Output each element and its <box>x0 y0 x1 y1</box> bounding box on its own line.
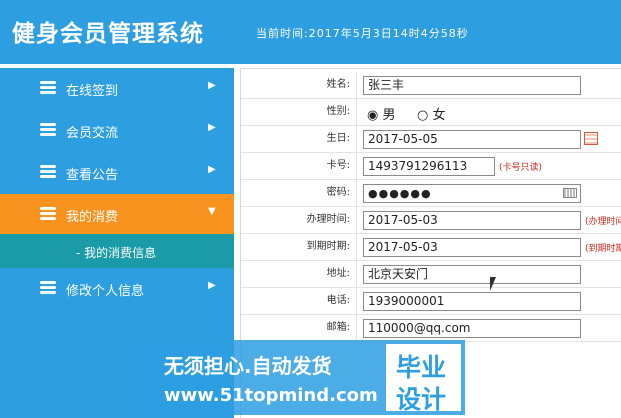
watermark-url: www.51topmind.com <box>164 385 378 406</box>
start-date-hint: (办理时间 <box>585 217 621 227</box>
phone-input[interactable]: 1939000001 <box>363 292 581 311</box>
phone-label: 电话: <box>241 288 357 314</box>
form-row-birthday: 生日: 2017-05-05 <box>241 126 621 153</box>
keyboard-icon[interactable] <box>563 188 577 198</box>
sidebar-subitem-label: - 我的消费信息 <box>76 246 157 260</box>
card-number-input[interactable]: 1493791296113 <box>363 157 495 176</box>
list-icon <box>40 281 56 295</box>
chevron-down-icon: ▼ <box>208 206 216 217</box>
email-label: 邮箱: <box>241 315 357 341</box>
watermark-logo-line1: 毕业 <box>396 353 447 382</box>
list-icon <box>40 123 56 137</box>
sidebar-item-member-chat[interactable]: 会员交流 ▶ <box>0 110 234 150</box>
chevron-right-icon: ▶ <box>208 164 216 175</box>
sidebar-item-label: 在线签到 <box>66 84 119 99</box>
card-hint: (卡号只读) <box>499 163 543 173</box>
current-time: 当前时间:2017年5月3日14时4分58秒 <box>256 27 469 40</box>
form-row-card: 卡号: 1493791296113 (卡号只读) <box>241 153 621 180</box>
app-title: 健身会员管理系统 <box>12 21 204 47</box>
password-label: 密码: <box>241 180 357 206</box>
gender-label: 性别: <box>241 99 357 125</box>
sidebar-item-label: 修改个人信息 <box>66 284 145 299</box>
list-icon <box>40 165 56 179</box>
chevron-right-icon: ▶ <box>208 280 216 291</box>
gender-male-radio[interactable]: ◉ 男 <box>367 104 396 123</box>
sidebar-item-label: 查看公告 <box>66 168 119 183</box>
form-row-phone: 电话: 1939000001 <box>241 288 621 315</box>
watermark-logo-line2: 设计 <box>396 385 447 414</box>
start-date-input[interactable]: 2017-05-03 <box>363 211 581 230</box>
password-input[interactable]: ●●●●●● <box>363 184 581 203</box>
card-label: 卡号: <box>241 153 357 179</box>
form-row-address: 地址: 北京天安门 <box>241 261 621 288</box>
calendar-icon[interactable] <box>584 132 598 145</box>
birthday-input[interactable]: 2017-05-05 <box>363 130 581 149</box>
gender-female-radio[interactable]: ○ 女 <box>417 104 446 123</box>
chevron-right-icon: ▶ <box>208 80 216 91</box>
sidebar-item-label: 会员交流 <box>66 126 119 141</box>
name-input[interactable]: 张三丰 <box>363 76 581 95</box>
sidebar-item-edit-profile[interactable]: 修改个人信息 ▶ <box>0 268 234 308</box>
start-date-label: 办理时间: <box>241 207 357 233</box>
form-row-password: 密码: ●●●●●● <box>241 180 621 207</box>
chevron-right-icon: ▶ <box>208 122 216 133</box>
form-row-end-date: 到期时期: 2017-05-03 (到期时期 <box>241 234 621 261</box>
name-label: 姓名: <box>241 72 357 98</box>
birthday-label: 生日: <box>241 126 357 152</box>
watermark-slogan: 无须担心.自动发货 <box>164 354 332 378</box>
end-date-label: 到期时期: <box>241 234 357 260</box>
form-row-name: 姓名: 张三丰 <box>241 72 621 99</box>
sidebar-item-notices[interactable]: 查看公告 ▶ <box>0 152 234 192</box>
gender-female-label: 女 <box>432 108 446 123</box>
address-label: 地址: <box>241 261 357 287</box>
email-input[interactable]: 110000@qq.com <box>363 319 581 338</box>
sidebar-item-checkin[interactable]: 在线签到 ▶ <box>0 68 234 108</box>
watermark-banner: 无须担心.自动发货 www.51topmind.com 毕业 设计 <box>156 340 465 415</box>
sidebar-subitem-consumption-info[interactable]: - 我的消费信息 <box>0 234 234 268</box>
list-icon <box>40 81 56 95</box>
end-date-hint: (到期时期 <box>585 244 621 254</box>
form-row-start-date: 办理时间: 2017-05-03 (办理时间 <box>241 207 621 234</box>
app-header: 健身会员管理系统 当前时间:2017年5月3日14时4分58秒 <box>0 0 621 64</box>
list-icon <box>40 207 56 221</box>
mouse-cursor-icon <box>490 277 502 291</box>
sidebar-item-my-consumption[interactable]: 我的消费 ▼ <box>0 194 234 234</box>
sidebar-item-label: 我的消费 <box>66 210 119 225</box>
form-row-gender: 性别: ◉ 男 ○ 女 <box>241 99 621 126</box>
form-row-email: 邮箱: 110000@qq.com <box>241 315 621 342</box>
address-input[interactable]: 北京天安门 <box>363 265 581 284</box>
watermark-logo: 毕业 设计 <box>386 344 461 414</box>
gender-male-label: 男 <box>382 108 396 123</box>
end-date-input[interactable]: 2017-05-03 <box>363 238 581 257</box>
